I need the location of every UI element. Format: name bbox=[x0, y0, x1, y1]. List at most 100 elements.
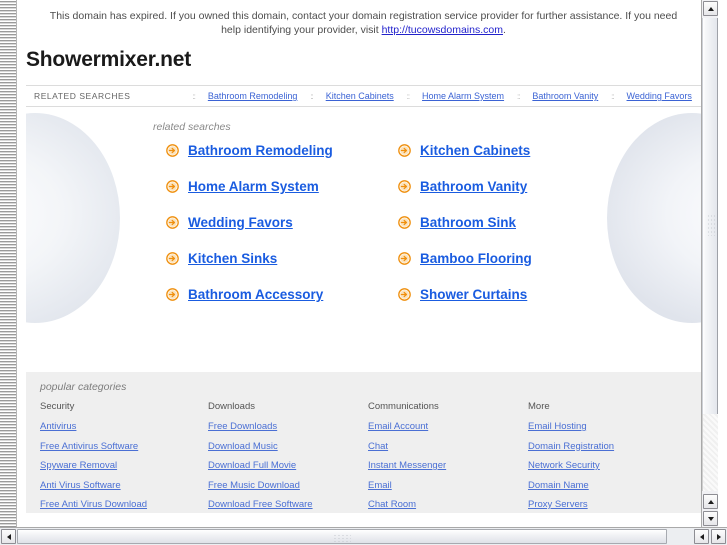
arrow-right-circle-icon bbox=[398, 180, 411, 193]
tucows-domains-link[interactable]: http://tucowsdomains.com bbox=[382, 24, 503, 36]
scroll-left-button[interactable] bbox=[1, 529, 16, 544]
nav-separator: :: bbox=[192, 91, 196, 101]
related-searches-label: RELATED SEARCHES bbox=[34, 91, 131, 101]
category-column-security: Security Antivirus Free Antivirus Softwa… bbox=[40, 401, 208, 519]
arrow-right-circle-icon bbox=[398, 216, 411, 229]
vertical-scrollbar[interactable] bbox=[701, 0, 718, 527]
category-column-more: More Email Hosting Domain Registration N… bbox=[528, 401, 701, 519]
scrollbar-grip-icon bbox=[333, 534, 351, 542]
related-link-item[interactable]: Kitchen Sinks bbox=[166, 251, 398, 266]
page-viewport: This domain has expired. If you owned th… bbox=[18, 0, 709, 527]
category-heading-more: More bbox=[528, 401, 550, 412]
scroll-right-button[interactable] bbox=[711, 529, 726, 544]
category-link-free-music-download[interactable]: Free Music Download bbox=[208, 480, 368, 491]
related-link-shower-curtains[interactable]: Shower Curtains bbox=[420, 287, 527, 302]
navbar-link-bathroom-vanity[interactable]: Bathroom Vanity bbox=[532, 91, 598, 101]
category-column-downloads: Downloads Free Downloads Download Music … bbox=[208, 401, 368, 519]
banner-text-after: . bbox=[502, 24, 506, 36]
category-link-instant-messenger[interactable]: Instant Messenger bbox=[368, 460, 528, 471]
triangle-up-icon bbox=[707, 6, 714, 11]
category-column-communications: Communications Email Account Chat Instan… bbox=[368, 401, 528, 519]
related-link-bathroom-vanity[interactable]: Bathroom Vanity bbox=[420, 179, 527, 194]
related-searches-panel: related searches Bathroom Remodeling Kit… bbox=[26, 107, 701, 355]
category-link-download-free-software[interactable]: Download Free Software bbox=[208, 499, 368, 510]
category-link-chat[interactable]: Chat bbox=[368, 441, 528, 452]
category-link-anti-virus-software[interactable]: Anti Virus Software bbox=[40, 480, 208, 491]
nav-separator: :: bbox=[611, 91, 615, 101]
related-link-item[interactable]: Kitchen Cabinets bbox=[398, 143, 701, 158]
popular-categories-caption: popular categories bbox=[40, 381, 127, 393]
navbar-link-bathroom-remodeling[interactable]: Bathroom Remodeling bbox=[208, 91, 298, 101]
related-link-item[interactable]: Wedding Favors bbox=[166, 215, 398, 230]
category-link-free-anti-virus-download[interactable]: Free Anti Virus Download bbox=[40, 499, 208, 510]
nav-separator: :: bbox=[406, 91, 411, 101]
category-link-antivirus[interactable]: Antivirus bbox=[40, 421, 208, 432]
category-link-download-music[interactable]: Download Music bbox=[208, 441, 368, 452]
category-link-chat-room[interactable]: Chat Room bbox=[368, 499, 528, 510]
vertical-scrollbar-thumb[interactable] bbox=[702, 18, 718, 414]
navbar-link-home-alarm-system[interactable]: Home Alarm System bbox=[422, 91, 504, 101]
domain-expired-banner: This domain has expired. If you owned th… bbox=[18, 0, 709, 39]
banner-text-before: This domain has expired. If you owned th… bbox=[49, 10, 678, 36]
category-link-proxy-servers[interactable]: Proxy Servers bbox=[528, 499, 701, 510]
category-heading-communications: Communications bbox=[368, 401, 439, 412]
browser-window: This domain has expired. If you owned th… bbox=[0, 0, 727, 545]
related-link-item[interactable]: Bathroom Vanity bbox=[398, 179, 701, 194]
nav-separator: :: bbox=[516, 91, 521, 101]
nav-separator: :: bbox=[310, 91, 314, 101]
related-searches-navbar: RELATED SEARCHES :: Bathroom Remodeling … bbox=[26, 85, 701, 107]
scroll-up-button[interactable] bbox=[703, 1, 718, 16]
related-link-bathroom-remodeling[interactable]: Bathroom Remodeling bbox=[188, 143, 333, 158]
horizontal-scrollbar[interactable] bbox=[0, 527, 727, 545]
triangle-left-icon bbox=[6, 533, 11, 540]
related-link-bamboo-flooring[interactable]: Bamboo Flooring bbox=[420, 251, 532, 266]
scroll-up-button-secondary[interactable] bbox=[703, 494, 718, 509]
arrow-right-circle-icon bbox=[166, 180, 179, 193]
category-link-email-hosting[interactable]: Email Hosting bbox=[528, 421, 701, 432]
arrow-right-circle-icon bbox=[398, 144, 411, 157]
related-link-item[interactable]: Shower Curtains bbox=[398, 287, 701, 302]
category-heading-downloads: Downloads bbox=[208, 401, 255, 412]
triangle-left-icon bbox=[699, 533, 704, 540]
related-link-item[interactable]: Bathroom Accessory bbox=[166, 287, 398, 302]
navbar-link-kitchen-cabinets[interactable]: Kitchen Cabinets bbox=[326, 91, 394, 101]
related-link-wedding-favors[interactable]: Wedding Favors bbox=[188, 215, 293, 230]
arrow-right-circle-icon bbox=[398, 252, 411, 265]
category-link-email-account[interactable]: Email Account bbox=[368, 421, 528, 432]
page-title: Showermixer.net bbox=[26, 48, 192, 71]
horizontal-scrollbar-thumb[interactable] bbox=[17, 529, 667, 544]
related-link-home-alarm-system[interactable]: Home Alarm System bbox=[188, 179, 319, 194]
category-link-spyware-removal[interactable]: Spyware Removal bbox=[40, 460, 208, 471]
related-link-bathroom-sink[interactable]: Bathroom Sink bbox=[420, 215, 516, 230]
related-link-item[interactable]: Home Alarm System bbox=[166, 179, 398, 194]
navbar-link-wedding-favors[interactable]: Wedding Favors bbox=[627, 91, 692, 101]
arrow-right-circle-icon bbox=[166, 144, 179, 157]
category-link-free-downloads[interactable]: Free Downloads bbox=[208, 421, 368, 432]
triangle-right-icon bbox=[716, 533, 721, 540]
related-link-item[interactable]: Bamboo Flooring bbox=[398, 251, 701, 266]
arrow-right-circle-icon bbox=[398, 288, 411, 301]
related-link-item[interactable]: Bathroom Remodeling bbox=[166, 143, 398, 158]
scroll-left-button-secondary[interactable] bbox=[694, 529, 709, 544]
vertical-scrollbar-track[interactable] bbox=[702, 414, 718, 491]
arrow-right-circle-icon bbox=[166, 216, 179, 229]
related-searches-caption: related searches bbox=[153, 121, 231, 133]
related-link-kitchen-sinks[interactable]: Kitchen Sinks bbox=[188, 251, 277, 266]
scroll-down-button[interactable] bbox=[703, 511, 718, 526]
scrollbar-grip-icon bbox=[707, 214, 716, 236]
category-heading-security: Security bbox=[40, 401, 75, 412]
category-link-domain-registration[interactable]: Domain Registration bbox=[528, 441, 701, 452]
category-link-download-full-movie[interactable]: Download Full Movie bbox=[208, 460, 368, 471]
related-link-bathroom-accessory[interactable]: Bathroom Accessory bbox=[188, 287, 323, 302]
related-link-kitchen-cabinets[interactable]: Kitchen Cabinets bbox=[420, 143, 530, 158]
triangle-down-icon bbox=[707, 516, 714, 521]
category-link-email[interactable]: Email bbox=[368, 480, 528, 491]
category-link-domain-name[interactable]: Domain Name bbox=[528, 480, 701, 491]
category-link-network-security[interactable]: Network Security bbox=[528, 460, 701, 471]
related-searches-grid: Bathroom Remodeling Kitchen Cabinets Hom… bbox=[26, 143, 701, 302]
related-link-item[interactable]: Bathroom Sink bbox=[398, 215, 701, 230]
triangle-up-icon bbox=[707, 499, 714, 504]
left-edge-gutter bbox=[0, 0, 17, 527]
category-link-free-antivirus-software[interactable]: Free Antivirus Software bbox=[40, 441, 208, 452]
navbar-links: :: Bathroom Remodeling :: Kitchen Cabine… bbox=[183, 91, 702, 101]
